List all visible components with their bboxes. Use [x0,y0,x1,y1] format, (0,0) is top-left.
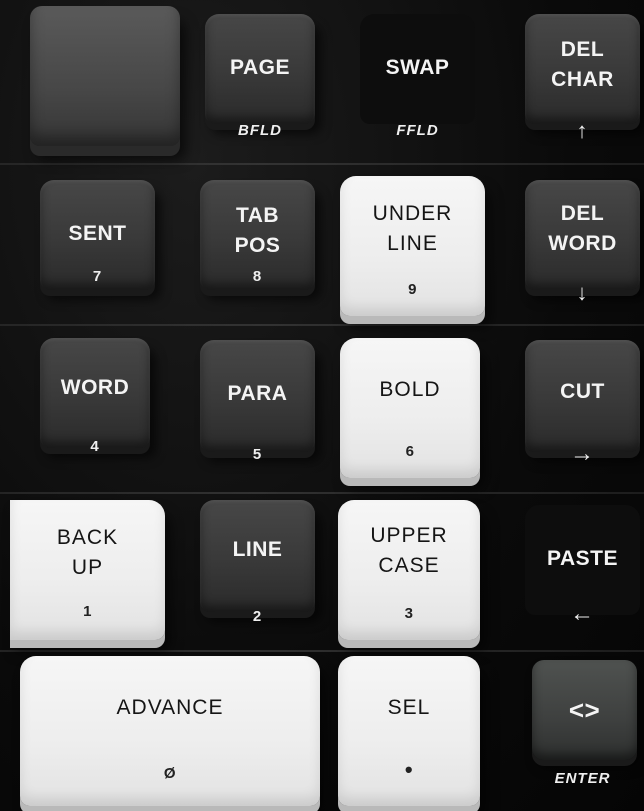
upper-case-line1: UPPER [370,524,448,547]
row-seam [0,163,644,165]
enter-key[interactable]: <> [532,660,637,760]
right-arrow-icon: → [570,440,595,467]
back-up-key[interactable]: BACK UP 1 [10,500,165,640]
tab-pos-line1: TAB [235,204,280,227]
left-arrow-icon: ← [570,600,595,627]
sent-key-label: SENT [68,222,127,245]
advance-key[interactable]: ADVANCE Ø [20,656,320,806]
back-up-line1: BACK [56,526,119,549]
under-line-line2: LINE [387,232,438,255]
sel-key[interactable]: SEL • [338,656,480,806]
line-key-label: LINE [232,538,283,561]
sel-key-label: SEL [387,696,431,719]
page-key-label: PAGE [230,56,290,79]
enter-legend: ENTER [554,770,611,787]
digit-5-legend: 5 [252,446,263,463]
digit-7-legend: 7 [92,268,103,285]
del-word-key[interactable]: DEL WORD [525,180,640,290]
bold-key-label: BOLD [379,378,441,401]
keyboard-keypad: PAGE BFLD SWAP FFLD DEL CHAR ↑ SENT 7 TA… [0,0,644,811]
digit-6-legend: 6 [405,443,415,460]
under-line-key[interactable]: UNDER LINE 9 [340,176,485,316]
digit-3-legend: 3 [404,605,414,622]
row-seam [0,492,644,494]
decimal-point-legend: • [404,757,414,782]
digit-4-legend: 4 [90,438,100,455]
word-key-label: WORD [60,376,130,399]
up-arrow-icon: ↑ [576,118,589,143]
upper-case-key[interactable]: UPPER CASE 3 [338,500,480,640]
paste-key[interactable]: PASTE [525,505,640,615]
bold-key[interactable]: BOLD 6 [340,338,480,478]
ffld-legend: FFLD [396,122,439,139]
digit-0-legend: Ø [163,765,177,782]
del-char-key[interactable]: DEL CHAR [525,14,640,124]
word-key[interactable]: WORD [40,338,150,448]
digit-9-legend: 9 [408,281,417,298]
back-up-line2: UP [71,556,104,579]
cut-key-label: CUT [560,380,605,403]
digit-2-legend: 2 [252,608,263,625]
tab-pos-line2: POS [234,234,281,257]
cut-key[interactable]: CUT [525,340,640,452]
para-key[interactable]: PARA [200,340,315,452]
bfld-legend: BFLD [238,122,282,139]
blank-key[interactable] [30,6,180,146]
swap-key[interactable]: SWAP [360,14,475,124]
enter-key-symbol: <> [568,695,601,725]
row-seam [0,650,644,652]
page-key[interactable]: PAGE [205,14,315,124]
del-word-line1: DEL [560,202,605,225]
swap-key-label: SWAP [385,56,450,79]
digit-8-legend: 8 [252,268,263,285]
down-arrow-icon: ↓ [576,280,589,305]
del-word-line2: WORD [548,232,617,255]
row-seam [0,324,644,326]
upper-case-line2: CASE [378,554,440,577]
under-line-line1: UNDER [372,202,453,225]
line-key[interactable]: LINE [200,500,315,612]
para-key-label: PARA [227,382,288,405]
advance-key-label: ADVANCE [116,696,224,719]
paste-key-label: PASTE [547,547,618,570]
digit-1-legend: 1 [83,603,92,620]
del-char-line2: CHAR [551,68,614,91]
del-char-line1: DEL [560,38,605,61]
